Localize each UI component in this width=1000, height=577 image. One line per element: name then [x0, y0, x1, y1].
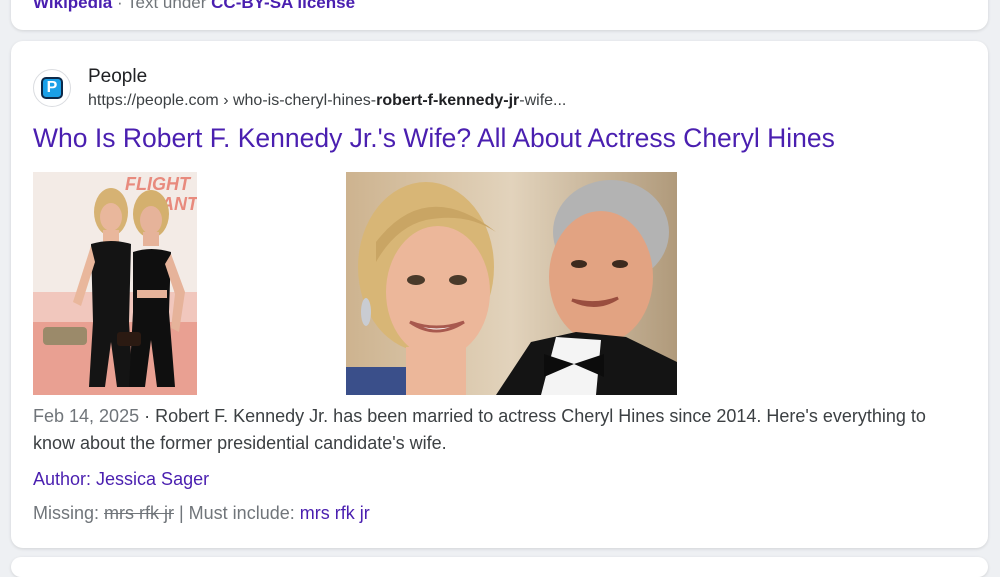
author-link[interactable]: Author: Jessica Sager: [33, 469, 209, 490]
next-result-card: [11, 557, 988, 577]
site-name[interactable]: People: [88, 66, 147, 88]
url-separator: ›: [218, 92, 233, 109]
result-image-couple[interactable]: [346, 172, 677, 395]
search-result-card: P People https://people.com › who-is-che…: [11, 41, 988, 548]
license-prefix: · Text under: [116, 0, 207, 12]
missing-terms-line: Missing: mrs rfk jr | Must include: mrs …: [33, 503, 370, 524]
snippet-text: · Robert F. Kennedy Jr. has been married…: [33, 406, 926, 453]
must-include-link[interactable]: mrs rfk jr: [300, 503, 370, 523]
previous-result-attribution: Wikipedia · Text under CC-BY-SA license: [33, 0, 355, 13]
site-url[interactable]: https://people.com › who-is-cheryl-hines…: [88, 92, 566, 110]
result-snippet: Feb 14, 2025 · Robert F. Kennedy Jr. has…: [33, 403, 963, 457]
url-path-match: robert-f-kennedy-jr: [376, 92, 520, 109]
result-image-red-carpet[interactable]: FLIGHT ANT: [33, 172, 197, 395]
people-favicon-icon[interactable]: P: [33, 69, 71, 107]
license-link[interactable]: CC-BY-SA license: [211, 0, 355, 12]
previous-result-card: Wikipedia · Text under CC-BY-SA license: [11, 0, 988, 30]
result-title-link[interactable]: Who Is Robert F. Kennedy Jr.'s Wife? All…: [33, 123, 835, 154]
url-base: https://people.com: [88, 92, 219, 109]
missing-label: Missing:: [33, 503, 105, 523]
url-path-start: who-is-cheryl-hines-: [232, 92, 377, 109]
favicon-letter: P: [41, 77, 63, 99]
backdrop-sign-text: FLIGHT: [125, 174, 192, 194]
url-path-end: -wife...: [519, 92, 567, 109]
wikipedia-link[interactable]: Wikipedia: [33, 0, 112, 12]
result-date: Feb 14, 2025: [33, 406, 140, 426]
missing-terms: mrs rfk jr: [104, 503, 174, 523]
must-include-label: | Must include:: [174, 503, 300, 523]
